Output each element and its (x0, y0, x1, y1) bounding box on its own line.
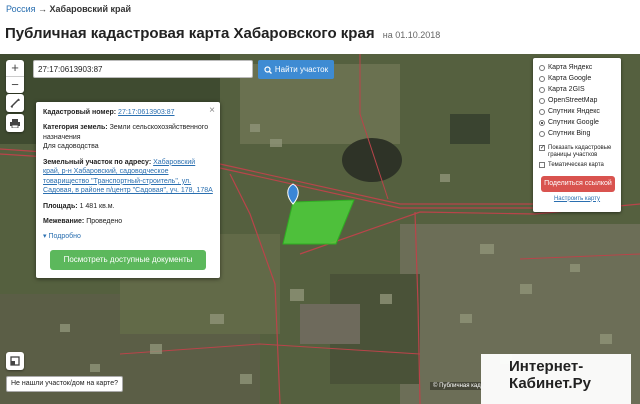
checkbox-icon (539, 162, 545, 169)
thematic-map-checkbox[interactable]: Тематическая карта (539, 162, 615, 169)
radio-icon (539, 75, 545, 82)
share-link-button[interactable]: Поделиться ссылкой (541, 175, 615, 192)
not-found-button[interactable]: Не нашли участок/дом на карте? (6, 376, 123, 392)
area-row: Площадь: 1 481 кв.м. (43, 202, 213, 211)
measure-button[interactable] (6, 94, 24, 112)
address-label: Земельный участок по адресу: (43, 158, 152, 166)
radio-selected-icon (539, 119, 545, 126)
area-value: 1 481 кв.м. (79, 202, 115, 210)
radio-icon (539, 64, 545, 71)
land-category-row: Категория земель: Земли сельскохозяйстве… (43, 123, 213, 151)
print-button[interactable] (6, 114, 24, 132)
layer-label: Карта Google (548, 75, 592, 82)
expand-icon (10, 356, 20, 366)
watermark: Интернет- Кабинет.Ру (481, 354, 631, 404)
cadastral-number-row: Кадастровый номер: 27:17:0613903:87 (43, 108, 213, 117)
checkbox-checked-icon: ✓ (539, 145, 546, 151)
boundary-value: Проведено (86, 217, 123, 225)
category-label: Категория земель: (43, 124, 108, 132)
layer-switcher: Карта Яндекс Карта Google Карта 2GIS Ope… (533, 58, 621, 212)
radio-icon (539, 97, 545, 104)
cadastral-link[interactable]: 27:17:0613903:87 (118, 109, 174, 116)
plot-info-popup: × Кадастровый номер: 27:17:0613903:87 Ка… (36, 102, 220, 278)
cadastral-label: Кадастровый номер: (43, 109, 117, 116)
show-boundaries-label: Показать кадастровые границы участков (548, 145, 612, 159)
find-plot-button[interactable]: Найти участок (258, 60, 334, 79)
details-label: Подробно (48, 233, 81, 241)
details-toggle[interactable]: ▾ Подробно (43, 232, 213, 241)
area-label: Площадь: (43, 202, 78, 210)
search-icon (264, 65, 272, 74)
layer-label: Спутник Яндекс (548, 108, 600, 115)
zoom-in-button[interactable]: + (6, 60, 24, 76)
map-copyright: © Публичная кад (430, 382, 484, 390)
fullscreen-button[interactable] (6, 352, 24, 370)
address-row: Земельный участок по адресу: Хабаровский… (43, 158, 213, 196)
radio-icon (539, 108, 545, 115)
printer-icon (10, 119, 20, 128)
layer-label: OpenStreetMap (548, 97, 598, 104)
page-title-text: Публичная кадастровая карта Хабаровского… (5, 25, 375, 42)
layer-option-yandex-map[interactable]: Карта Яндекс (539, 62, 615, 73)
ruler-icon (10, 98, 20, 108)
layer-option-2gis-map[interactable]: Карта 2GIS (539, 84, 615, 95)
watermark-line1: Интернет- (509, 358, 584, 375)
layer-option-bing-satellite[interactable]: Спутник Bing (539, 128, 615, 139)
boundary-row: Межевание: Проведено (43, 217, 213, 226)
breadcrumb-root[interactable]: Россия (6, 4, 36, 14)
page-title: Публичная кадастровая карта Хабаровского… (5, 25, 440, 42)
layer-label: Спутник Google (548, 119, 599, 126)
chevron-down-icon: ▾ (43, 233, 47, 241)
layer-option-google-satellite[interactable]: Спутник Google (539, 117, 615, 128)
thematic-map-label: Тематическая карта (548, 162, 604, 169)
zoom-control: + − (6, 60, 24, 93)
configure-map-link[interactable]: Настроить карту (539, 196, 615, 202)
map-view[interactable]: + − Найти участок × Кадастровый номер: 2… (0, 54, 640, 404)
breadcrumb-current: Хабаровский край (49, 4, 132, 14)
breadcrumb-arrow: → (38, 4, 48, 14)
radio-icon (539, 130, 545, 137)
layer-label: Карта Яндекс (548, 64, 593, 71)
layer-label: Спутник Bing (548, 130, 591, 137)
category-use: Для садоводства (43, 143, 99, 151)
page-date: на 01.10.2018 (382, 30, 441, 40)
radio-icon (539, 86, 545, 93)
zoom-out-button[interactable]: − (6, 76, 24, 93)
layer-label: Карта 2GIS (548, 86, 585, 93)
cadastral-search-input[interactable] (33, 60, 253, 78)
show-boundaries-checkbox[interactable]: ✓ Показать кадастровые границы участков (539, 145, 615, 159)
watermark-line2: Кабинет.Ру (509, 375, 591, 392)
breadcrumb: Россия → Хабаровский край (6, 4, 131, 14)
layer-option-google-map[interactable]: Карта Google (539, 73, 615, 84)
layer-option-yandex-satellite[interactable]: Спутник Яндекс (539, 106, 615, 117)
layer-option-openstreetmap[interactable]: OpenStreetMap (539, 95, 615, 106)
find-plot-label: Найти участок (274, 65, 329, 74)
view-documents-button[interactable]: Посмотреть доступные документы (50, 250, 206, 270)
boundary-label: Межевание: (43, 217, 85, 225)
close-icon[interactable]: × (209, 104, 215, 118)
